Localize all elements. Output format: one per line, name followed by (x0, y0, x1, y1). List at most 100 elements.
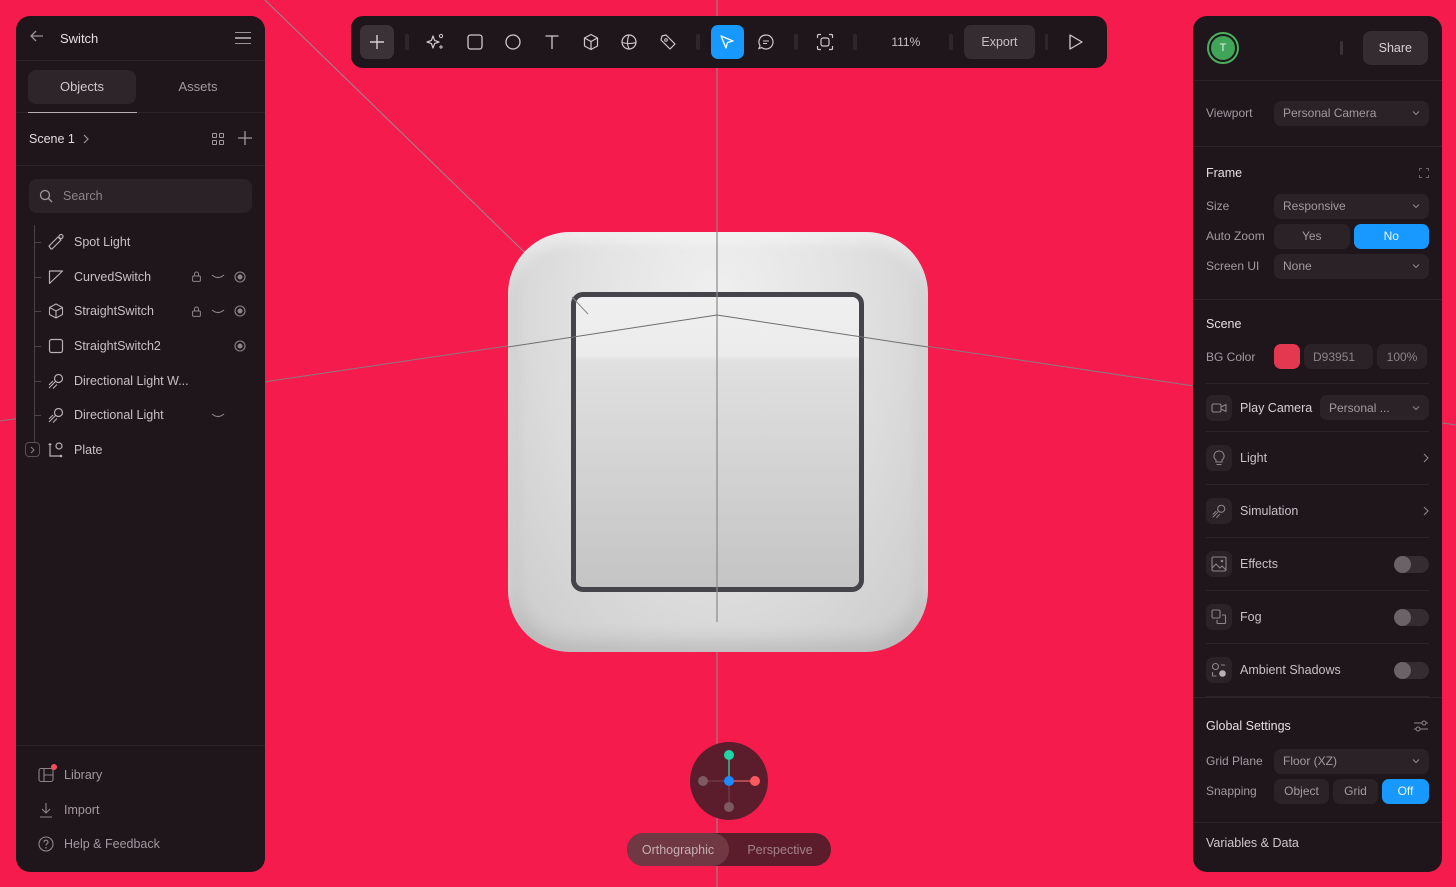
spotlight-icon (46, 232, 66, 252)
video-camera-icon (1206, 394, 1232, 421)
sphere-tool-button[interactable] (612, 25, 646, 59)
chevron-down-icon (1412, 759, 1420, 764)
rectangle-tool-button[interactable] (458, 25, 492, 59)
list-item[interactable]: Directional Light W... (16, 363, 265, 398)
ambient-shadows-toggle[interactable] (1394, 661, 1429, 679)
import-link[interactable]: Import (16, 793, 265, 828)
chevron-right-icon[interactable] (1423, 506, 1429, 516)
library-icon (38, 764, 57, 783)
viewport-section: Viewport Personal Camera (1193, 81, 1442, 147)
perspective-option[interactable]: Perspective (729, 833, 831, 866)
chevron-down-icon (1412, 264, 1420, 269)
main-toolbar: 111% Export (351, 16, 1107, 68)
neg-x-axis-handle (698, 776, 708, 786)
list-item[interactable]: Spot Light (16, 225, 265, 260)
square-icon (46, 336, 66, 356)
user-avatar[interactable]: T (1207, 32, 1239, 64)
object-tree: Spot Light CurvedSwitch StraightSwitch S… (16, 225, 265, 467)
sphere-icon (621, 34, 637, 50)
target-icon[interactable] (229, 305, 251, 318)
snapping-object[interactable]: Object (1274, 778, 1329, 804)
orientation-gizmo[interactable] (690, 742, 768, 820)
pen-icon (660, 34, 676, 50)
ai-tool-button[interactable] (420, 25, 454, 59)
library-link[interactable]: Library (16, 758, 265, 793)
snapping-off[interactable]: Off (1382, 778, 1429, 804)
layers-panel: Switch Objects Assets Scene 1 Spot Light (16, 16, 265, 872)
select-tool-button[interactable] (710, 25, 745, 59)
active-tab-indicator (28, 111, 137, 113)
hidden-eye-icon[interactable] (207, 274, 229, 279)
screen-ui-select[interactable]: None (1274, 253, 1429, 279)
hamburger-menu-icon[interactable] (235, 31, 251, 45)
panel-tabs: Objects Assets (16, 61, 265, 113)
list-item[interactable]: StraightSwitch (16, 294, 265, 329)
group-icon (46, 440, 66, 460)
viewport-select[interactable]: Personal Camera (1274, 100, 1429, 126)
help-feedback-link[interactable]: Help & Feedback (16, 827, 265, 862)
search-icon (39, 189, 53, 203)
variables-section-header[interactable]: Variables & Data (1193, 823, 1442, 863)
tab-objects[interactable]: Objects (28, 69, 136, 104)
settings-sliders-icon[interactable] (1413, 719, 1429, 733)
ambient-shadows-row: Ambient Shadows (1206, 644, 1429, 697)
chevron-right-icon[interactable] (83, 132, 89, 147)
grid-plane-select[interactable]: Floor (XZ) (1274, 748, 1429, 774)
ellipse-tool-button[interactable] (497, 25, 531, 59)
play-button[interactable] (1059, 25, 1093, 59)
comment-tool-button[interactable] (749, 25, 783, 59)
bg-color-swatch[interactable] (1274, 344, 1300, 369)
target-icon[interactable] (229, 271, 251, 283)
text-icon (545, 35, 559, 49)
add-button[interactable] (360, 25, 394, 59)
play-camera-select[interactable]: Personal ... (1320, 395, 1429, 420)
list-item[interactable]: Directional Light (16, 398, 265, 433)
directional-light-icon (46, 405, 66, 425)
list-item[interactable]: Plate (16, 433, 265, 468)
curved-shape-icon (46, 267, 66, 287)
orthographic-option[interactable]: Orthographic (627, 833, 729, 866)
snapping-grid[interactable]: Grid (1333, 778, 1378, 804)
expand-chevron-icon[interactable] (25, 442, 40, 458)
add-scene-icon[interactable] (238, 130, 252, 149)
lock-icon[interactable] (185, 306, 207, 317)
auto-zoom-yes[interactable]: Yes (1274, 223, 1350, 249)
light-row[interactable]: Light (1206, 432, 1429, 485)
target-icon[interactable] (229, 340, 251, 352)
switch-rocker-object[interactable] (571, 292, 864, 592)
chevron-down-icon (1412, 111, 1420, 116)
grid-view-icon[interactable] (212, 133, 224, 145)
simulation-row[interactable]: Simulation (1206, 485, 1429, 538)
fullscreen-icon[interactable] (1419, 168, 1429, 178)
hidden-eye-icon[interactable] (207, 413, 229, 418)
tab-assets[interactable]: Assets (144, 70, 252, 104)
frame-size-select[interactable]: Responsive (1274, 193, 1429, 219)
text-tool-button[interactable] (535, 25, 569, 59)
search-input[interactable] (63, 189, 233, 203)
lock-icon[interactable] (185, 271, 207, 283)
chevron-right-icon[interactable] (1423, 453, 1429, 463)
cube-icon (46, 301, 66, 321)
hidden-eye-icon[interactable] (207, 309, 229, 314)
effects-toggle[interactable] (1394, 555, 1429, 573)
fog-toggle[interactable] (1394, 608, 1429, 626)
list-item[interactable]: StraightSwitch2 (16, 329, 265, 364)
bulb-icon (1206, 445, 1232, 471)
list-item[interactable]: CurvedSwitch (16, 260, 265, 295)
project-title: Switch (60, 30, 99, 46)
frame-capture-button[interactable] (809, 25, 843, 59)
scene-name[interactable]: Scene 1 (29, 132, 75, 146)
cube-tool-button[interactable] (574, 25, 608, 59)
scene-section: Scene BG Color D93951 100% (1193, 300, 1442, 396)
bg-color-hex-input[interactable]: D93951 (1304, 344, 1373, 369)
share-button[interactable]: Share (1362, 31, 1428, 65)
back-arrow-icon[interactable] (30, 29, 46, 47)
zoom-level[interactable]: 111% (876, 35, 935, 49)
search-field[interactable] (29, 179, 252, 213)
bg-opacity-input[interactable]: 100% (1377, 344, 1427, 369)
auto-zoom-no[interactable]: No (1353, 223, 1429, 249)
export-button[interactable]: Export (964, 25, 1035, 59)
section-title: Frame (1206, 166, 1243, 180)
pen-tool-button[interactable] (651, 25, 685, 59)
neg-y-axis-handle (724, 802, 734, 812)
